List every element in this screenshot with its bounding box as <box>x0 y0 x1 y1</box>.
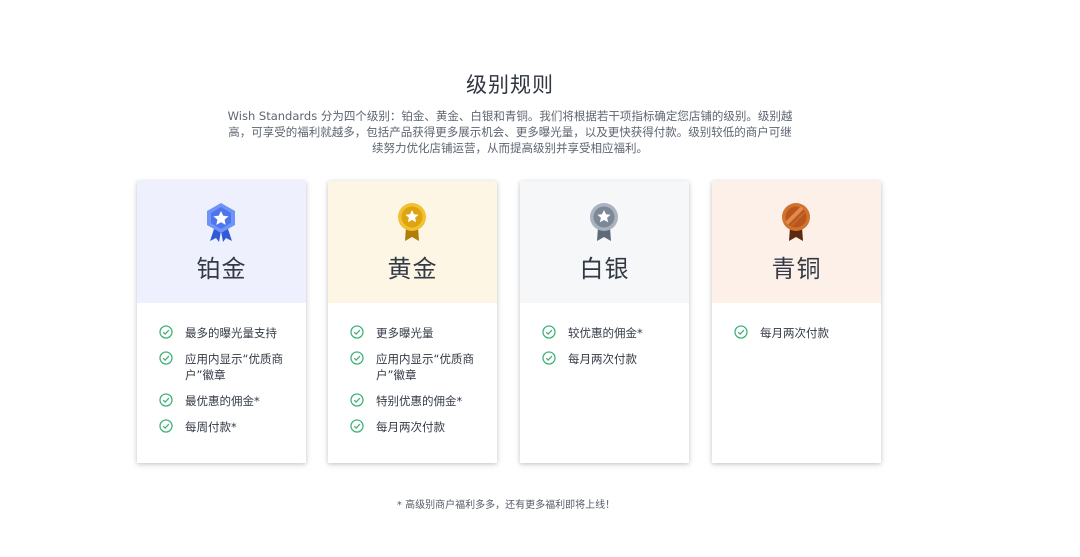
tier-name: 青铜 <box>771 255 822 283</box>
check-circle-icon <box>350 325 364 339</box>
check-circle-icon <box>159 393 173 407</box>
footnote: * 高级别商户福利多多，还有更多福利即将上线！ <box>396 500 616 511</box>
benefit-text: 每月两次付款 <box>760 326 829 340</box>
tier-card-header: 铂金 <box>137 181 306 303</box>
page-title: 级别规则 <box>466 73 554 97</box>
silver-medal-icon <box>590 203 618 241</box>
tier-name: 黄金 <box>387 255 438 283</box>
check-circle-icon <box>159 325 173 339</box>
check-circle-icon <box>542 325 556 339</box>
benefit-text: 较优惠的佣金* <box>568 326 643 340</box>
check-circle-icon <box>350 393 364 407</box>
benefit-item: 更多曝光量 <box>350 325 487 341</box>
benefit-text: 更多曝光量 <box>376 326 434 340</box>
benefit-text: 最优惠的佣金* <box>185 394 260 408</box>
benefit-item: 应用内显示“优质商户”徽章 <box>350 351 487 383</box>
benefit-item: 每月两次付款 <box>734 325 871 341</box>
tier-name: 白银 <box>579 255 630 283</box>
tier-cards: 铂金 最多的曝光量支持 应用内显示“优质商户”徽章 最优惠的佣金* 每周付款* <box>137 181 881 463</box>
benefit-item: 每月两次付款 <box>350 419 487 435</box>
benefit-list: 最多的曝光量支持 应用内显示“优质商户”徽章 最优惠的佣金* 每周付款* <box>137 303 306 435</box>
benefit-text: 最多的曝光量支持 <box>185 326 277 340</box>
check-circle-icon <box>159 419 173 433</box>
intro-text: Wish Standards 分为四个级别：铂金、黄金、白银和青铜。我们将根据若… <box>227 109 793 155</box>
tier-card-gold: 黄金 更多曝光量 应用内显示“优质商户”徽章 特别优惠的佣金* 每月两次付款 <box>328 181 497 463</box>
check-circle-icon <box>350 351 364 365</box>
gold-medal-icon <box>398 203 426 241</box>
benefit-text: 特别优惠的佣金* <box>376 394 463 408</box>
benefit-text: 应用内显示“优质商户”徽章 <box>185 352 283 382</box>
tier-card-platinum: 铂金 最多的曝光量支持 应用内显示“优质商户”徽章 最优惠的佣金* 每周付款* <box>137 181 306 463</box>
tier-card-header: 青铜 <box>712 181 881 303</box>
check-circle-icon <box>350 419 364 433</box>
tier-card-header: 黄金 <box>328 181 497 303</box>
tier-card-bronze: 青铜 每月两次付款 <box>712 181 881 463</box>
benefit-list: 每月两次付款 <box>712 303 881 341</box>
check-circle-icon <box>159 351 173 365</box>
check-circle-icon <box>542 351 556 365</box>
platinum-medal-icon <box>207 203 235 242</box>
benefit-item: 最优惠的佣金* <box>159 393 296 409</box>
benefit-item: 最多的曝光量支持 <box>159 325 296 341</box>
benefit-text: 每月两次付款 <box>376 420 445 434</box>
benefit-item: 较优惠的佣金* <box>542 325 679 341</box>
tier-card-header: 白银 <box>520 181 689 303</box>
benefit-item: 每月两次付款 <box>542 351 679 367</box>
tier-card-silver: 白银 较优惠的佣金* 每月两次付款 <box>520 181 689 463</box>
check-circle-icon <box>734 325 748 339</box>
benefit-text: 应用内显示“优质商户”徽章 <box>376 352 474 382</box>
benefit-list: 较优惠的佣金* 每月两次付款 <box>520 303 689 367</box>
tier-name: 铂金 <box>196 255 247 283</box>
bronze-medal-icon <box>782 203 810 241</box>
benefit-item: 应用内显示“优质商户”徽章 <box>159 351 296 383</box>
benefit-list: 更多曝光量 应用内显示“优质商户”徽章 特别优惠的佣金* 每月两次付款 <box>328 303 497 435</box>
benefit-text: 每月两次付款 <box>568 352 637 366</box>
benefit-item: 每周付款* <box>159 419 296 435</box>
benefit-item: 特别优惠的佣金* <box>350 393 487 409</box>
benefit-text: 每周付款* <box>185 420 237 434</box>
